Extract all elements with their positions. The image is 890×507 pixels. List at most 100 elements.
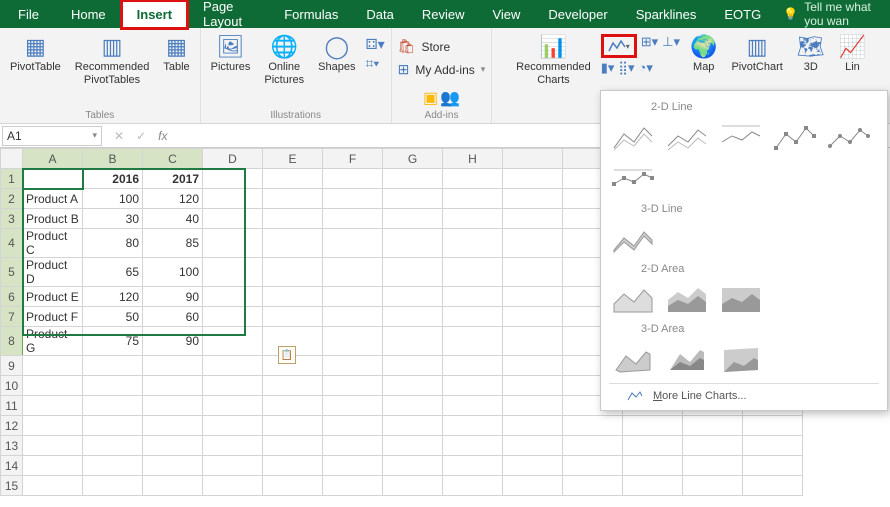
cell[interactable] <box>503 307 563 327</box>
cell[interactable] <box>143 456 203 476</box>
cell[interactable] <box>383 416 443 436</box>
cell[interactable] <box>383 307 443 327</box>
screenshot-icon[interactable]: ⌗▾ <box>365 55 384 72</box>
people-graph-icon[interactable]: 👥 <box>440 88 460 108</box>
cell-A6[interactable]: Product E <box>23 287 83 307</box>
cell[interactable] <box>203 169 263 189</box>
cell[interactable] <box>443 456 503 476</box>
bing-maps-icon[interactable]: ▣ <box>423 88 438 108</box>
col-header-H[interactable]: H <box>443 149 503 169</box>
row-header-6[interactable]: 6 <box>1 287 23 307</box>
cell[interactable] <box>683 456 743 476</box>
cell[interactable] <box>323 307 383 327</box>
maps-button[interactable]: 🌍 Map <box>686 32 721 76</box>
col-header-F[interactable]: F <box>323 149 383 169</box>
cell[interactable] <box>263 376 323 396</box>
stacked-line-markers-option[interactable] <box>825 119 873 155</box>
cell-B2[interactable]: 100 <box>83 189 143 209</box>
cell[interactable] <box>323 258 383 287</box>
cell[interactable] <box>143 416 203 436</box>
cell-C5[interactable]: 100 <box>143 258 203 287</box>
cell[interactable] <box>263 456 323 476</box>
cell[interactable] <box>263 307 323 327</box>
cell[interactable] <box>563 436 623 456</box>
cell[interactable] <box>503 456 563 476</box>
cell[interactable] <box>503 189 563 209</box>
cell-C6[interactable]: 90 <box>143 287 203 307</box>
cell[interactable] <box>383 356 443 376</box>
cell[interactable] <box>503 476 563 496</box>
cell[interactable] <box>443 436 503 456</box>
cell[interactable] <box>83 436 143 456</box>
row-header-10[interactable]: 10 <box>1 376 23 396</box>
table-button[interactable]: ▦ Table <box>159 32 193 76</box>
cell[interactable] <box>323 229 383 258</box>
cell-A5[interactable]: Product D <box>23 258 83 287</box>
cell[interactable] <box>683 476 743 496</box>
cell-B5[interactable]: 65 <box>83 258 143 287</box>
cell[interactable] <box>383 169 443 189</box>
tab-formulas[interactable]: Formulas <box>270 2 352 27</box>
cell-B3[interactable]: 30 <box>83 209 143 229</box>
fx-icon[interactable]: fx <box>158 129 167 143</box>
row-header-11[interactable]: 11 <box>1 396 23 416</box>
cell[interactable] <box>263 229 323 258</box>
tab-data[interactable]: Data <box>352 2 407 27</box>
cell[interactable] <box>263 436 323 456</box>
row-header-2[interactable]: 2 <box>1 189 23 209</box>
cell[interactable] <box>83 476 143 496</box>
shapes-button[interactable]: ◯ Shapes <box>314 32 359 76</box>
cell-C7[interactable]: 60 <box>143 307 203 327</box>
cell[interactable] <box>203 476 263 496</box>
3d-100pct-area-option[interactable] <box>717 341 765 377</box>
cell-C2[interactable]: 120 <box>143 189 203 209</box>
cell[interactable] <box>23 376 83 396</box>
cell[interactable] <box>203 416 263 436</box>
cell[interactable] <box>443 356 503 376</box>
100pct-stacked-line-chart-option[interactable] <box>717 119 765 155</box>
col-header-C[interactable]: C <box>143 149 203 169</box>
cell[interactable] <box>203 209 263 229</box>
cell[interactable] <box>23 356 83 376</box>
col-header-A[interactable]: A <box>23 149 83 169</box>
line-chart-option[interactable] <box>609 119 657 155</box>
cell[interactable] <box>203 258 263 287</box>
col-header-E[interactable]: E <box>263 149 323 169</box>
combo-chart-dropdown[interactable]: ◔▾ <box>638 60 652 76</box>
cell[interactable] <box>443 258 503 287</box>
tab-review[interactable]: Review <box>408 2 479 27</box>
name-box[interactable]: A1 ▾ <box>2 126 102 146</box>
cell[interactable] <box>443 476 503 496</box>
smartart-icon[interactable]: ⚃▾ <box>365 36 384 53</box>
cell[interactable] <box>383 376 443 396</box>
cell[interactable] <box>443 209 503 229</box>
cell[interactable] <box>383 229 443 258</box>
cell[interactable] <box>23 476 83 496</box>
cell[interactable] <box>23 436 83 456</box>
cell[interactable] <box>383 456 443 476</box>
area-chart-option[interactable] <box>609 281 657 317</box>
cell[interactable] <box>323 287 383 307</box>
cell[interactable] <box>203 356 263 376</box>
cell[interactable] <box>263 209 323 229</box>
cell[interactable] <box>623 436 683 456</box>
cell[interactable] <box>443 307 503 327</box>
cell[interactable] <box>203 307 263 327</box>
col-header-D[interactable]: D <box>203 149 263 169</box>
cell[interactable] <box>503 287 563 307</box>
cell[interactable] <box>203 229 263 258</box>
cell[interactable] <box>563 456 623 476</box>
row-header-9[interactable]: 9 <box>1 356 23 376</box>
cell[interactable] <box>263 258 323 287</box>
row-header-7[interactable]: 7 <box>1 307 23 327</box>
online-pictures-button[interactable]: 🌐 Online Pictures <box>260 32 308 89</box>
cell[interactable] <box>443 327 503 356</box>
row-header-8[interactable]: 8 <box>1 327 23 356</box>
cell[interactable] <box>203 189 263 209</box>
cell[interactable] <box>263 189 323 209</box>
cell[interactable] <box>203 287 263 307</box>
select-all-corner[interactable] <box>1 149 23 169</box>
cell[interactable] <box>323 327 383 356</box>
cell[interactable] <box>503 258 563 287</box>
cell-A8[interactable]: Product G <box>23 327 83 356</box>
